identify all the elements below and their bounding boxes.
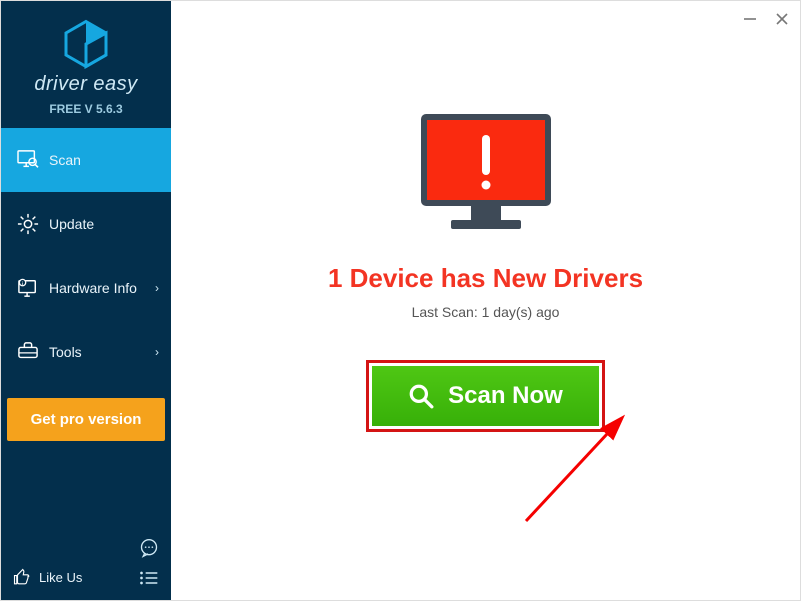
tools-icon — [15, 342, 41, 362]
close-button[interactable] — [774, 11, 790, 27]
app-window: driver easy FREE V 5.6.3 Scan Update i — [0, 0, 801, 601]
feedback-icon[interactable] — [139, 538, 159, 558]
main-panel: 1 Device has New Drivers Last Scan: 1 da… — [171, 1, 800, 600]
like-us-button[interactable]: Like Us — [13, 568, 82, 586]
logo-icon — [61, 19, 111, 69]
gear-icon — [15, 213, 41, 235]
sidebar-item-label: Update — [49, 216, 94, 232]
sidebar: driver easy FREE V 5.6.3 Scan Update i — [1, 1, 171, 600]
sidebar-item-label: Scan — [49, 152, 81, 168]
sidebar-item-tools[interactable]: Tools › — [1, 320, 171, 384]
like-us-label: Like Us — [39, 570, 82, 585]
chevron-right-icon: › — [155, 281, 159, 295]
nav: Scan Update i Hardware Info › Tools — [1, 128, 171, 384]
alert-monitor-icon — [411, 109, 561, 239]
chevron-right-icon: › — [155, 345, 159, 359]
thumbs-up-icon — [13, 568, 31, 586]
svg-text:i: i — [22, 281, 23, 286]
last-scan-text: Last Scan: 1 day(s) ago — [412, 304, 560, 320]
monitor-search-icon — [15, 150, 41, 170]
hardware-info-icon: i — [15, 278, 41, 298]
brand-name: driver easy — [34, 73, 137, 96]
sidebar-item-label: Tools — [49, 344, 82, 360]
scan-now-button[interactable]: Scan Now — [372, 366, 599, 426]
sidebar-item-scan[interactable]: Scan — [1, 128, 171, 192]
scan-now-highlight: Scan Now — [366, 360, 605, 432]
get-pro-button[interactable]: Get pro version — [7, 398, 165, 441]
list-icon[interactable] — [139, 570, 159, 586]
sidebar-footer: Like Us — [1, 528, 171, 600]
brand-version: FREE V 5.6.3 — [49, 102, 122, 116]
sidebar-item-label: Hardware Info — [49, 280, 137, 296]
headline-text: 1 Device has New Drivers — [328, 263, 643, 294]
scan-now-label: Scan Now — [448, 382, 563, 410]
sidebar-item-hardware-info[interactable]: i Hardware Info › — [1, 256, 171, 320]
logo-zone: driver easy FREE V 5.6.3 — [1, 1, 171, 128]
window-controls — [742, 11, 790, 27]
sidebar-item-update[interactable]: Update — [1, 192, 171, 256]
minimize-button[interactable] — [742, 11, 758, 27]
magnify-icon — [408, 383, 434, 409]
